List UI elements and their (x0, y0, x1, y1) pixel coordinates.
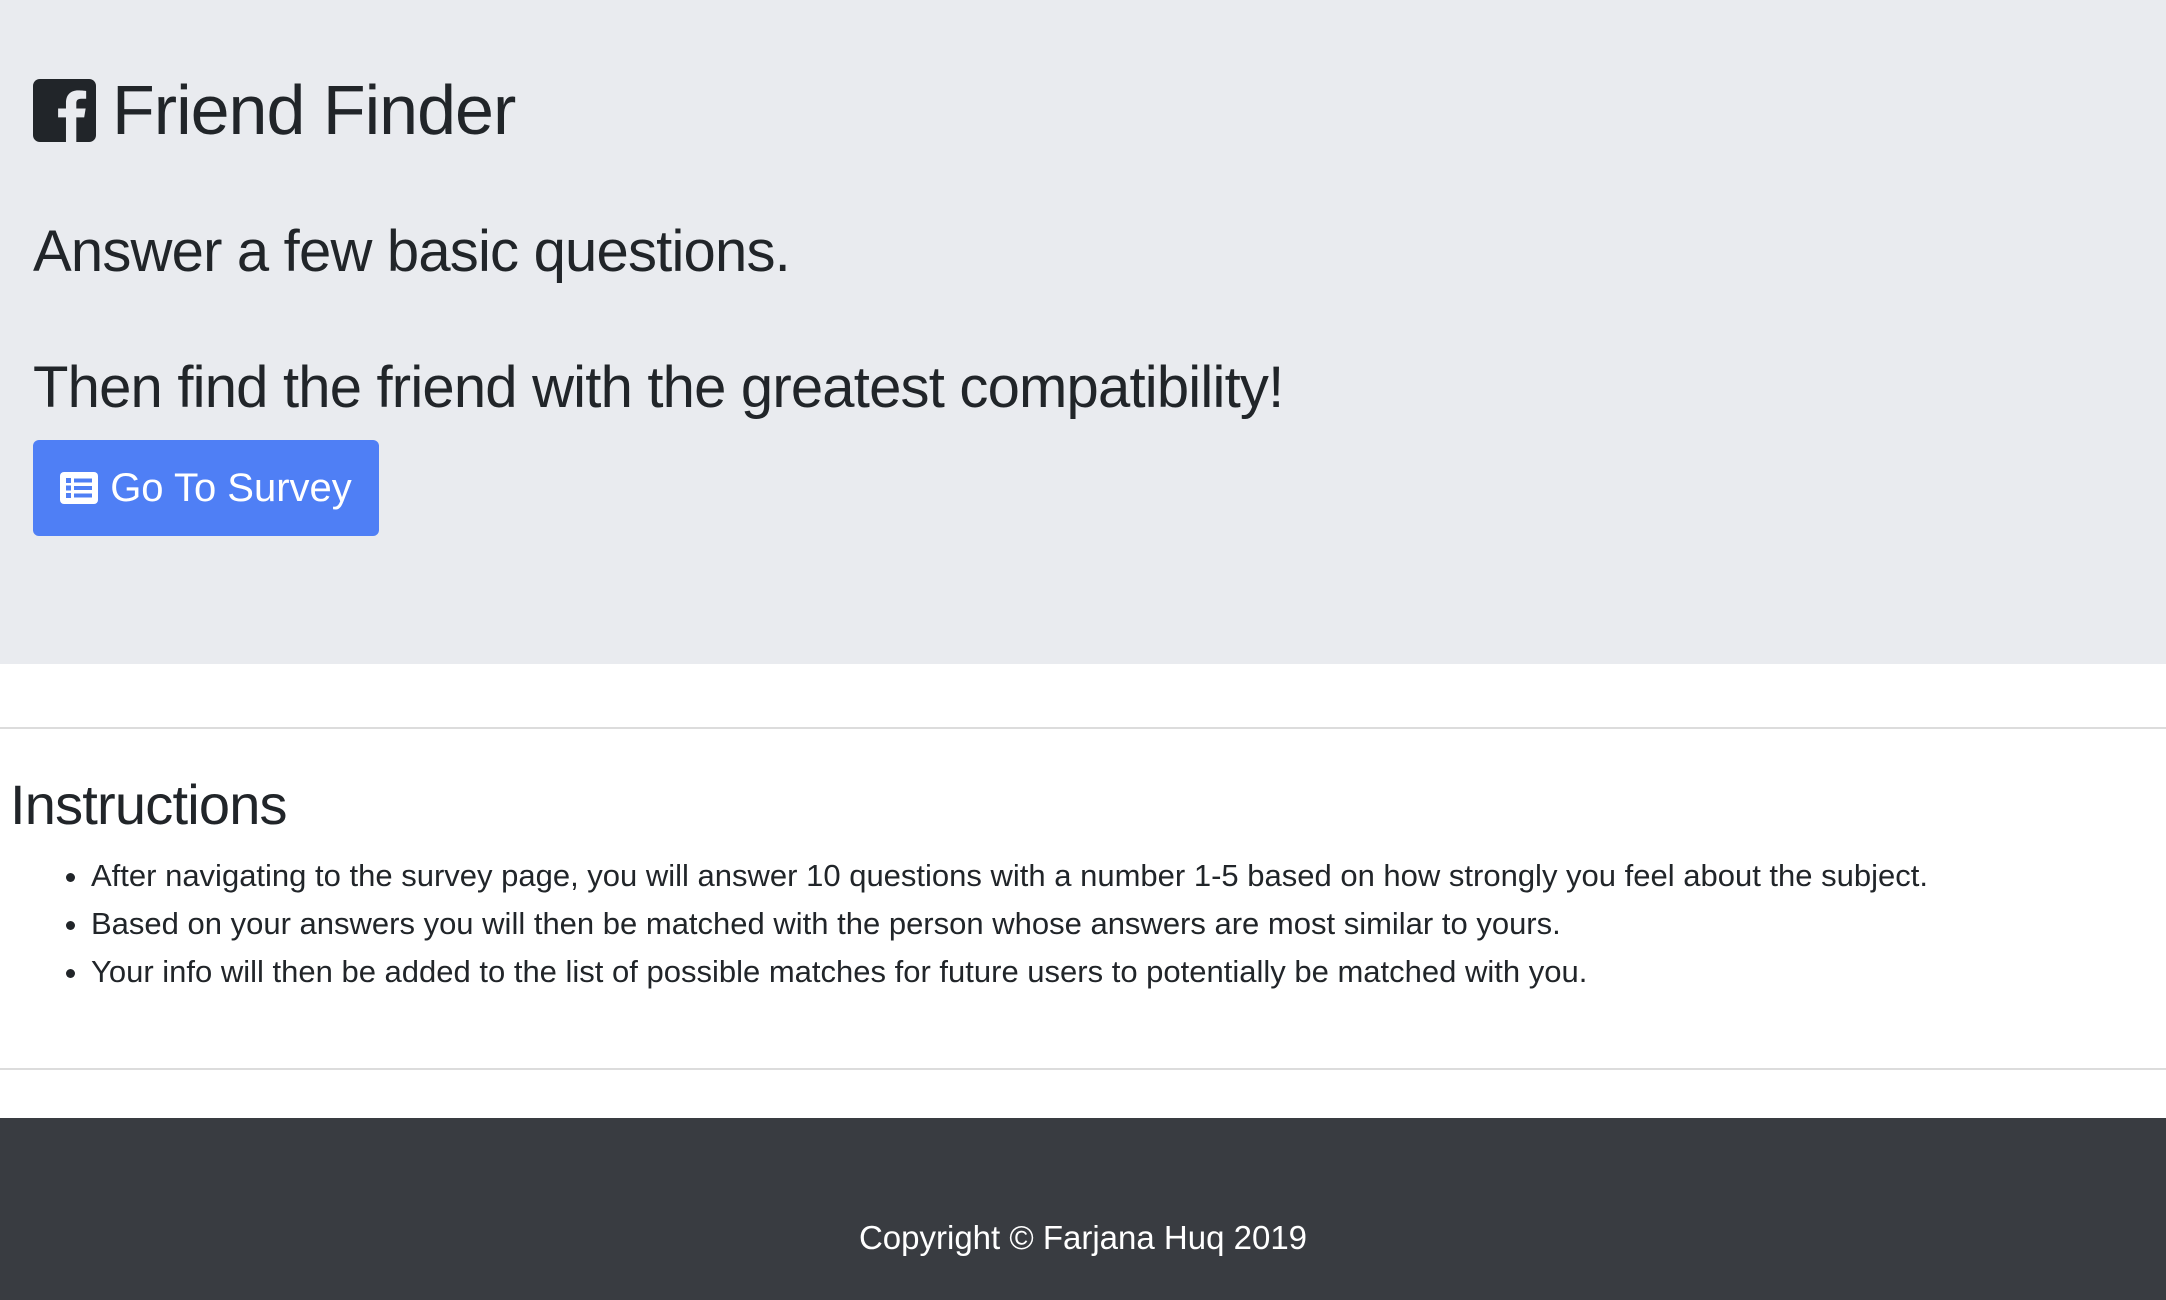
divider (0, 1068, 2166, 1070)
copyright-text: Copyright © Farjana Huq 2019 (858, 1219, 1308, 1256)
app-title: Friend Finder (112, 71, 516, 149)
instructions-list: After navigating to the survey page, you… (0, 852, 1928, 996)
instruction-item: Your info will then be added to the list… (91, 948, 1928, 996)
tagline-find-friend: Then find the friend with the greatest c… (33, 355, 1284, 420)
go-to-survey-label: Go To Survey (110, 465, 352, 510)
tagline-answer-questions: Answer a few basic questions. (33, 219, 791, 284)
divider (0, 727, 2166, 729)
footer (0, 1118, 2166, 1300)
go-to-survey-button[interactable]: Go To Survey (33, 440, 379, 536)
list-alt-icon (60, 472, 99, 504)
instruction-item: Based on your answers you will then be m… (91, 900, 1928, 948)
instruction-item: After navigating to the survey page, you… (91, 852, 1928, 900)
brand: Friend Finder (33, 70, 516, 150)
jumbotron: Friend Finder Answer a few basic questio… (0, 0, 2166, 664)
instructions-title: Instructions (10, 773, 288, 836)
facebook-square-icon (33, 78, 96, 142)
